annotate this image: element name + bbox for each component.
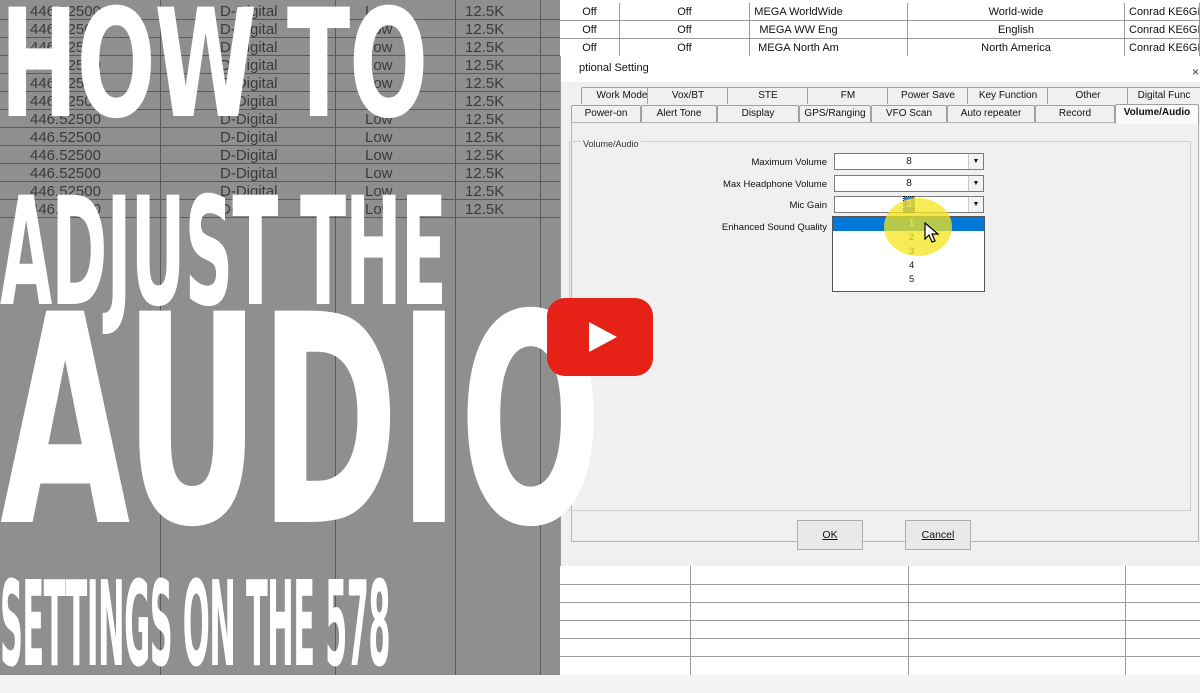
dropdown-option[interactable]: 5 [833,273,984,287]
table-cell: 12.5K [465,147,505,164]
max-headphone-volume-select[interactable]: 8 ▼ [834,175,984,192]
table-cell: 12.5K [465,165,505,182]
title-line-4: SETTINGS ON THE 578 [0,555,390,693]
cancel-button[interactable]: Cancel [905,520,971,550]
grid-line [560,656,1200,657]
title-line-3: AUDIO [0,254,602,591]
table-cell: Off [560,39,620,57]
dropdown-option[interactable]: 4 [833,259,984,273]
table-cell: 12.5K [465,39,505,56]
play-button[interactable] [547,298,653,376]
table-row: Off Off MEGA WorldWide World-wide Conrad KE6… [560,3,1200,21]
tab-display[interactable]: Display [717,105,799,122]
play-icon [589,322,617,352]
max-headphone-volume-value: 8 [906,178,912,189]
tab-power-on[interactable]: Power-on [571,105,641,122]
dialog-title-bar: ptional Setting × [561,56,1200,82]
table-cell: Off [560,3,620,21]
maximum-volume-label: Maximum Volume [751,157,828,168]
group-label: Volume/Audio [581,139,641,149]
tab-key-function[interactable]: Key Function [967,87,1049,104]
table-cell: Off [560,21,620,39]
tab-auto-repeater[interactable]: Auto repeater [947,105,1035,122]
table-cell: 12.5K [465,3,505,20]
chevron-down-icon[interactable]: ▼ [968,176,983,191]
enhanced-sound-quality-label: Enhanced Sound Quality [721,222,827,233]
grid-line [560,638,1200,639]
tab-row-2: Power-on Alert Tone Display GPS/Ranging … [561,104,1200,124]
table-cell: MEGA WorldWide [690,3,908,21]
tab-vox-bt[interactable]: Vox/BT [647,87,729,104]
table-cell: MEGA WW Eng [690,21,908,39]
table-cell: English [908,21,1125,39]
table-cell: 12.5K [465,183,505,200]
tab-fm[interactable]: FM [807,87,889,104]
maximum-volume-select[interactable]: 8 ▼ [834,153,984,170]
maximum-volume-value: 8 [906,156,912,167]
table-cell: Conrad KE6GF [1125,3,1200,21]
tab-ste[interactable]: STE [727,87,809,104]
tab-volume-audio[interactable]: Volume/Audio [1115,104,1199,124]
tab-row-1: Work Mode Vox/BT STE FM Power Save Key F… [561,87,1200,105]
tab-gps-ranging[interactable]: GPS/Ranging [799,105,871,122]
dialog-title: ptional Setting [579,62,649,74]
ok-button[interactable]: OK [797,520,863,550]
table-cell: MEGA North Am [690,39,908,57]
table-cell: 12.5K [465,21,505,38]
cursor-highlight [884,198,952,256]
table-cell: 12.5K [465,201,505,218]
table-cell: 12.5K [465,129,505,146]
tab-digital-func[interactable]: Digital Func [1127,87,1200,104]
grid-line [560,602,1200,603]
grid-line [560,584,1200,585]
table-row: Off Off MEGA WW Eng English Conrad KE6GF [560,21,1200,39]
chevron-down-icon[interactable]: ▼ [968,197,983,212]
tab-vfo-scan[interactable]: VFO Scan [871,105,947,122]
tab-other[interactable]: Other [1047,87,1129,104]
table-cell: 12.5K [465,93,505,110]
max-headphone-volume-label: Max Headphone Volume [722,179,827,190]
tab-record[interactable]: Record [1035,105,1115,122]
table-cell: North America [908,39,1125,57]
tab-alert-tone[interactable]: Alert Tone [641,105,717,122]
table-cell: 12.5K [465,57,505,74]
mic-gain-label: Mic Gain [789,200,827,211]
grid-line [560,620,1200,621]
chevron-down-icon[interactable]: ▼ [968,154,983,169]
table-cell: Conrad KE6GF [1125,39,1200,57]
title-line-1: HOW TO [0,0,428,152]
close-icon[interactable]: × [1192,60,1199,84]
tab-power-save[interactable]: Power Save [887,87,969,104]
table-row: Off Off MEGA North Am North America Conrad K… [560,39,1200,57]
table-cell: 12.5K [465,111,505,128]
table-cell: World-wide [908,3,1125,21]
optional-setting-dialog: ptional Setting × Work Mode Vox/BT STE F… [560,56,1200,566]
mouse-pointer-icon [924,222,940,243]
table-cell: 12.5K [465,75,505,92]
table-cell: Conrad KE6GF [1125,21,1200,39]
